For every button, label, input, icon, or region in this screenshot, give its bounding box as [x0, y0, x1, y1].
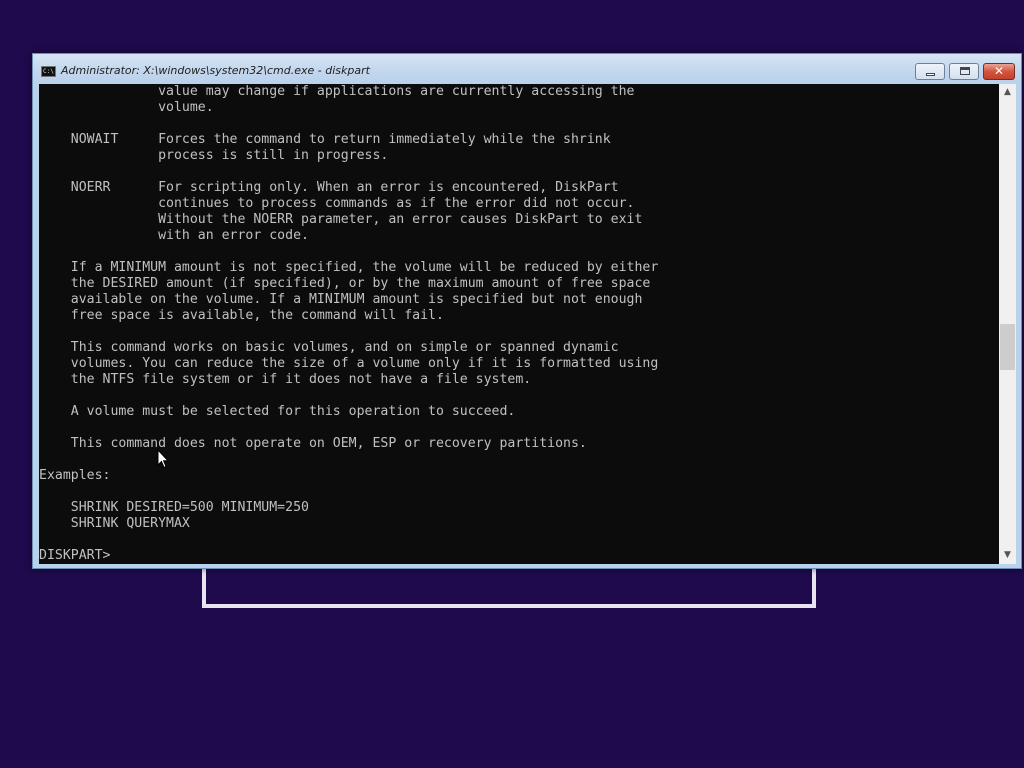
console-line: This command does not operate on OEM, ES… [39, 436, 587, 451]
console-line: free space is available, the command wil… [39, 308, 444, 323]
close-icon: ✕ [993, 64, 1005, 78]
console-line: the NTFS file system or if it does not h… [39, 372, 532, 387]
console-line: process is still in progress. [39, 148, 389, 163]
console-line: Examples: [39, 468, 111, 483]
scroll-down-arrow-icon[interactable]: ▼ [999, 547, 1016, 564]
console-line: SHRINK QUERYMAX [39, 516, 190, 531]
console-line: This command works on basic volumes, and… [39, 340, 619, 355]
mouse-pointer-icon [157, 449, 169, 469]
console-prompt[interactable]: DISKPART> [39, 548, 110, 563]
console-line: NOWAIT Forces the command to return imme… [39, 132, 611, 147]
console-line: available on the volume. If a MINIMUM am… [39, 292, 643, 307]
console-line: A volume must be selected for this opera… [39, 404, 516, 419]
console-line: volumes. You can reduce the size of a vo… [39, 356, 659, 371]
vertical-scrollbar[interactable]: ▲ ▼ [999, 84, 1016, 564]
window-title: Administrator: X:\windows\system32\cmd.e… [61, 64, 370, 77]
maximize-button[interactable] [949, 63, 979, 80]
console-line: NOERR For scripting only. When an error … [39, 180, 619, 195]
minimize-button[interactable] [915, 63, 945, 80]
desktop: C:\ Administrator: X:\windows\system32\c… [0, 0, 1024, 768]
cmd-window: C:\ Administrator: X:\windows\system32\c… [32, 53, 1022, 569]
maximize-icon [960, 67, 970, 75]
console-text: value may change if applications are cur… [39, 84, 658, 564]
console-line: with an error code. [39, 228, 309, 243]
console-line: the DESIRED amount (if specified), or by… [39, 276, 651, 291]
scroll-up-arrow-icon[interactable]: ▲ [999, 84, 1016, 101]
console-line: SHRINK DESIRED=500 MINIMUM=250 [39, 500, 309, 515]
console-output[interactable]: value may change if applications are cur… [39, 84, 999, 564]
console-line: volume. [39, 100, 214, 115]
minimize-icon [926, 73, 935, 76]
console-line: value may change if applications are cur… [39, 84, 635, 99]
console-line: If a MINIMUM amount is not specified, th… [39, 260, 659, 275]
close-button[interactable]: ✕ [983, 63, 1015, 80]
title-bar[interactable]: C:\ Administrator: X:\windows\system32\c… [33, 54, 1021, 84]
console-line: continues to process commands as if the … [39, 196, 635, 211]
console-line: Without the NOERR parameter, an error ca… [39, 212, 643, 227]
cmd-console-icon[interactable]: C:\ [41, 66, 56, 77]
scrollbar-thumb[interactable] [1000, 324, 1015, 370]
